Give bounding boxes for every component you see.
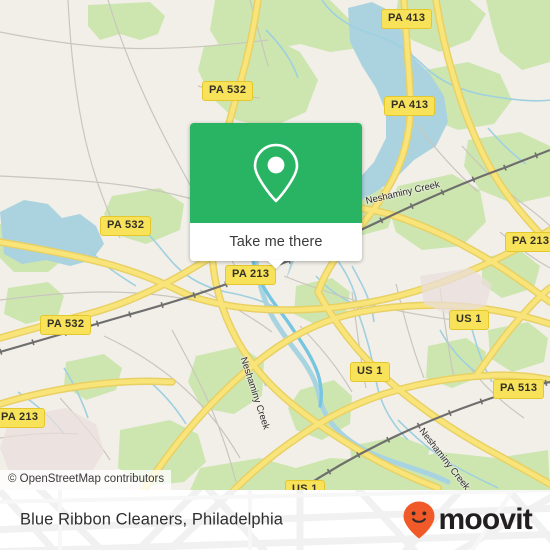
take-me-there-label: Take me there [229,234,323,250]
road-shield-pa-413-south: PA 413 [384,96,436,116]
popup-pointer-arrow [267,260,285,269]
place-title: Blue Ribbon Cleaners, Philadelphia [20,510,283,529]
moovit-map-screenshot: PA 413 PA 413 PA 532 PA 532 PA 532 PA 21… [0,0,550,550]
popup-icon-area [190,123,362,223]
map-pin-icon [253,143,299,203]
road-shield-us-1-south: US 1 [285,480,325,490]
road-shield-us-1-east: US 1 [449,310,489,330]
popup-action-area[interactable]: Take me there [190,223,362,269]
map-canvas[interactable]: PA 413 PA 413 PA 532 PA 532 PA 532 PA 21… [0,0,550,490]
road-shield-pa-532-north: PA 532 [202,81,254,101]
road-shield-pa-213-east: PA 213 [505,232,550,252]
road-shield-pa-532-south: PA 532 [40,315,92,335]
location-popup-card[interactable]: Take me there [190,123,362,269]
moovit-brand[interactable]: moovit [402,500,533,540]
road-shield-pa-513: PA 513 [493,379,545,399]
road-shield-pa-213-west: PA 213 [0,408,46,428]
road-shield-us-1-center: US 1 [350,362,390,382]
map-attribution[interactable]: © OpenStreetMap contributors [0,469,172,490]
road-shield-pa-532-mid: PA 532 [100,216,152,236]
footer-bar: Blue Ribbon Cleaners, Philadelphia moovi… [0,490,550,550]
road-shield-pa-413-north: PA 413 [381,9,433,29]
moovit-smiling-pin-icon [403,501,435,539]
moovit-wordmark: moovit [438,503,532,536]
